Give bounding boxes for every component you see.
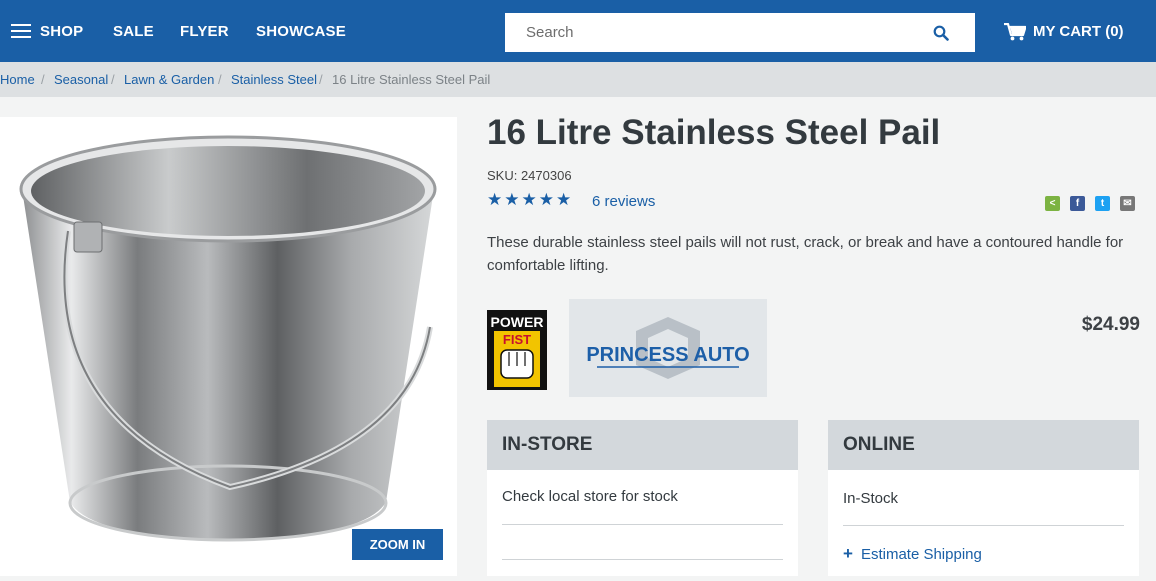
- nav-shop[interactable]: SHOP: [40, 0, 83, 62]
- in-store-panel: IN-STORE Check local store for stock: [487, 420, 798, 576]
- share-icon[interactable]: <: [1045, 196, 1060, 211]
- power-fist-logo: POWER FIST: [487, 310, 547, 390]
- online-panel: ONLINE In-Stock + Estimate Shipping: [828, 420, 1139, 576]
- breadcrumb-separator: /: [41, 72, 45, 87]
- breadcrumb-separator: /: [319, 72, 323, 87]
- breadcrumb-home[interactable]: Home: [0, 72, 35, 87]
- nav-sale[interactable]: SALE: [113, 0, 154, 62]
- svg-text:PRINCESS AUTO: PRINCESS AUTO: [586, 344, 749, 366]
- my-cart-link[interactable]: MY CART (0): [1004, 0, 1124, 62]
- princess-auto-logo: PRINCESS AUTO: [569, 299, 767, 397]
- breadcrumb-separator: /: [218, 72, 222, 87]
- estimate-shipping-link[interactable]: + Estimate Shipping: [843, 544, 982, 564]
- plus-icon: +: [843, 544, 853, 563]
- facebook-icon[interactable]: f: [1070, 196, 1085, 211]
- breadcrumb: Home / Seasonal / Lawn & Garden / Stainl…: [0, 62, 1156, 97]
- top-nav-bar: SHOP SALE FLYER SHOWCASE MY CART (0): [0, 0, 1156, 62]
- rating-stars[interactable]: ★★★★★: [487, 190, 573, 210]
- search-bar: [505, 13, 975, 52]
- breadcrumb-seasonal[interactable]: Seasonal: [54, 72, 108, 87]
- breadcrumb-separator: /: [111, 72, 115, 87]
- svg-text:FIST: FIST: [503, 332, 531, 347]
- breadcrumb-stainless-steel[interactable]: Stainless Steel: [231, 72, 317, 87]
- twitter-icon[interactable]: t: [1095, 196, 1110, 211]
- divider: [843, 525, 1124, 526]
- email-icon[interactable]: ✉: [1120, 196, 1135, 211]
- svg-text:POWER: POWER: [491, 314, 544, 330]
- in-store-status: Check local store for stock: [502, 488, 678, 505]
- nav-showcase[interactable]: SHOWCASE: [256, 0, 346, 62]
- hamburger-menu-icon[interactable]: [11, 24, 31, 38]
- product-description: These durable stainless steel pails will…: [487, 234, 1124, 274]
- in-store-title: IN-STORE: [487, 420, 798, 470]
- estimate-shipping-label: Estimate Shipping: [860, 546, 982, 563]
- online-title: ONLINE: [828, 420, 1139, 470]
- power-fist-logo-graphic: POWER FIST: [487, 310, 547, 390]
- breadcrumb-current: 16 Litre Stainless Steel Pail: [332, 72, 491, 87]
- online-status: In-Stock: [843, 490, 899, 507]
- search-icon[interactable]: [933, 25, 949, 41]
- divider: [502, 524, 783, 525]
- product-title: 16 Litre Stainless Steel Pail: [487, 113, 941, 152]
- cart-icon: [1004, 23, 1026, 41]
- product-price: $24.99: [1081, 314, 1140, 335]
- product-image: [19, 135, 437, 542]
- product-image-panel[interactable]: [0, 117, 457, 576]
- breadcrumb-lawn-garden[interactable]: Lawn & Garden: [124, 72, 214, 87]
- zoom-in-button[interactable]: ZOOM IN: [352, 529, 443, 560]
- nav-flyer[interactable]: FLYER: [180, 0, 229, 62]
- product-sku: SKU: 2470306: [487, 168, 572, 183]
- divider: [502, 559, 783, 560]
- princess-auto-logo-graphic: PRINCESS AUTO: [586, 317, 750, 379]
- search-input[interactable]: [505, 13, 925, 52]
- cart-label: MY CART (0): [1033, 23, 1124, 40]
- reviews-link[interactable]: 6 reviews: [592, 193, 655, 210]
